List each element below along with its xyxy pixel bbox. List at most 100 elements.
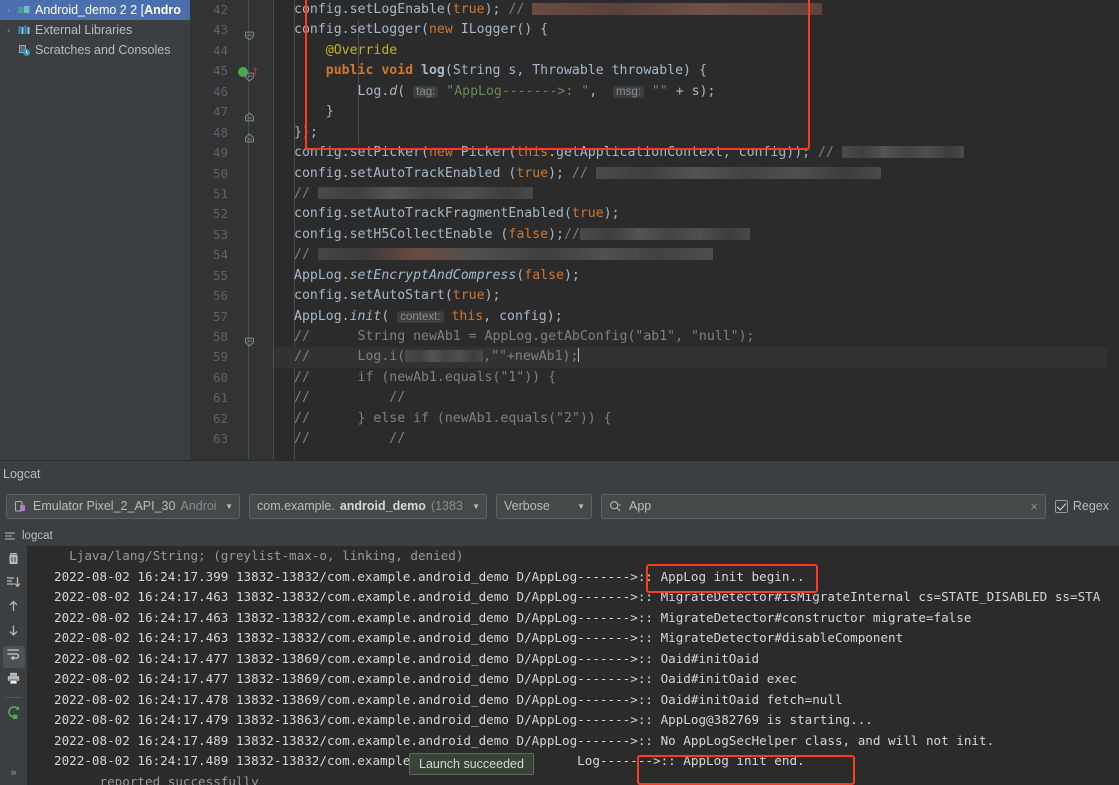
- code-fold-icon[interactable]: [245, 108, 254, 122]
- gutter-line-56[interactable]: 56: [190, 286, 274, 306]
- code-line-59[interactable]: // Log.i(,""+newAb1);: [274, 347, 1119, 368]
- gutter-line-52[interactable]: 52: [190, 204, 274, 224]
- gutter-line-63[interactable]: 63: [190, 429, 274, 449]
- process-prefix: com.example.: [257, 499, 335, 513]
- code-line-61[interactable]: // //: [274, 388, 1119, 408]
- log-line[interactable]: reported successfully: [27, 772, 1119, 785]
- gutter-line-54[interactable]: 54: [190, 245, 274, 265]
- module-icon: [15, 3, 33, 17]
- gutter-line-50[interactable]: 50: [190, 164, 274, 184]
- editor-scrollbar[interactable]: [1107, 0, 1119, 460]
- restart-button[interactable]: [3, 703, 25, 725]
- gutter-line-53[interactable]: 53: [190, 225, 274, 245]
- down-button[interactable]: [3, 622, 25, 644]
- gutter-line-51[interactable]: 51: [190, 184, 274, 204]
- gutter-line-43[interactable]: 43: [190, 20, 274, 41]
- device-selector[interactable]: Emulator Pixel_2_API_30 Androi ▼: [6, 493, 240, 519]
- code-token: setEncryptAndCompress: [349, 267, 517, 283]
- code-line-46[interactable]: Log.d( tag: "AppLog------->: ", msg: "" …: [274, 82, 1119, 102]
- tree-item-1[interactable]: › External Libraries: [0, 20, 190, 40]
- clear-icon[interactable]: ×: [1030, 499, 1038, 514]
- chevron-right-icon[interactable]: ›: [2, 5, 15, 15]
- process-selector[interactable]: com.example. android_demo (1383 ▼: [249, 493, 487, 519]
- code-text-area[interactable]: config.setLogEnable(true); // config.set…: [274, 0, 1119, 460]
- code-fold-icon[interactable]: [245, 333, 254, 347]
- log-line[interactable]: 2022-08-02 16:24:17.489 13832-13832/com.…: [27, 731, 1119, 752]
- code-line-49[interactable]: config.setPicker(new Picker(this.getAppl…: [274, 143, 1119, 163]
- logcat-filter-input[interactable]: App ×: [601, 493, 1046, 519]
- gutter-line-59[interactable]: 59: [190, 347, 274, 367]
- log-line[interactable]: 2022-08-02 16:24:17.489 13832-13832/com.…: [27, 751, 1119, 772]
- log-line[interactable]: 2022-08-02 16:24:17.477 13832-13869/com.…: [27, 649, 1119, 670]
- code-line-44[interactable]: @Override: [274, 41, 1119, 61]
- gutter-line-61[interactable]: 61: [190, 388, 274, 408]
- up-button[interactable]: [3, 598, 25, 620]
- tree-item-0[interactable]: › Android_demo 2 2 [Andro: [0, 0, 190, 20]
- gutter-line-49[interactable]: 49: [190, 143, 274, 163]
- gutter-line-57[interactable]: 57: [190, 307, 274, 327]
- code-line-55[interactable]: AppLog.setEncryptAndCompress(false);: [274, 266, 1119, 286]
- code-token: );: [548, 165, 572, 181]
- code-line-54[interactable]: //: [274, 245, 1119, 265]
- log-line[interactable]: 2022-08-02 16:24:17.478 13832-13869/com.…: [27, 690, 1119, 711]
- gutter-line-46[interactable]: 46: [190, 82, 274, 102]
- project-tree[interactable]: › Android_demo 2 2 [Andro › External Librar…: [0, 0, 190, 460]
- logcat-tab-row[interactable]: logcat: [0, 525, 1119, 546]
- line-number: 44: [212, 42, 228, 58]
- log-line[interactable]: 2022-08-02 16:24:17.463 13832-13832/com.…: [27, 608, 1119, 629]
- code-line-51[interactable]: //: [274, 184, 1119, 204]
- log-line[interactable]: 2022-08-02 16:24:17.477 13832-13869/com.…: [27, 669, 1119, 690]
- gutter-line-48[interactable]: 48: [190, 123, 274, 143]
- logcat-tab-label[interactable]: logcat: [22, 530, 53, 542]
- log-level-selector[interactable]: Verbose ▼: [496, 493, 592, 519]
- gutter-line-58[interactable]: 58: [190, 327, 274, 347]
- gutter-line-42[interactable]: 42: [190, 0, 274, 20]
- gutter-line-45[interactable]: 45 ↑: [190, 61, 274, 82]
- code-editor[interactable]: 42 43 44 45 ↑ 46 47 48 49 50 51 52 53 54 55 56 57 58 59 60 6…: [190, 0, 1119, 460]
- code-token: AppLog.: [294, 267, 350, 283]
- line-number: 55: [212, 267, 228, 283]
- soft-wrap-button[interactable]: [2, 646, 25, 668]
- code-line-45[interactable]: public void log(String s, Throwable thro…: [274, 61, 1119, 81]
- code-line-42[interactable]: config.setLogEnable(true); //: [274, 0, 1119, 20]
- code-line-50[interactable]: config.setAutoTrackEnabled (true); //: [274, 164, 1119, 184]
- code-line-52[interactable]: config.setAutoTrackFragmentEnabled(true)…: [274, 204, 1119, 224]
- chevron-right-icon[interactable]: ›: [2, 25, 15, 35]
- code-token: (: [397, 83, 414, 99]
- gutter-line-60[interactable]: 60: [190, 368, 274, 388]
- tree-item-2[interactable]: Scratches and Consoles: [0, 40, 190, 60]
- code-fold-icon[interactable]: [245, 26, 254, 41]
- logcat-output[interactable]: Ljava/lang/String; (greylist-max-o, link…: [27, 546, 1119, 785]
- print-button[interactable]: [3, 670, 25, 692]
- scroll-to-end-button[interactable]: [3, 574, 25, 596]
- code-line-53[interactable]: config.setH5CollectEnable (false);//: [274, 225, 1119, 245]
- code-line-48[interactable]: });: [274, 123, 1119, 143]
- editor-gutter[interactable]: 42 43 44 45 ↑ 46 47 48 49 50 51 52 53 54 55 56 57 58 59 60 6…: [190, 0, 274, 460]
- log-line[interactable]: Ljava/lang/String; (greylist-max-o, link…: [27, 546, 1119, 567]
- gutter-line-47[interactable]: 47: [190, 102, 274, 122]
- log-line[interactable]: 2022-08-02 16:24:17.463 13832-13832/com.…: [27, 628, 1119, 649]
- code-line-57[interactable]: AppLog.init( context: this, config);: [274, 307, 1119, 327]
- code-line-43[interactable]: config.setLogger(new ILogger() {: [274, 20, 1119, 40]
- code-line-60[interactable]: // if (newAb1.equals("1")) {: [274, 368, 1119, 388]
- code-fold-icon[interactable]: [245, 67, 254, 82]
- code-token: }: [294, 104, 334, 120]
- log-line[interactable]: 2022-08-02 16:24:17.399 13832-13832/com.…: [27, 567, 1119, 588]
- regex-toggle[interactable]: Regex: [1054, 499, 1113, 513]
- log-line[interactable]: 2022-08-02 16:24:17.479 13832-13863/com.…: [27, 710, 1119, 731]
- code-line-56[interactable]: config.setAutoStart(true);: [274, 286, 1119, 306]
- code-line-63[interactable]: // //: [274, 429, 1119, 449]
- code-fold-icon[interactable]: [245, 128, 254, 143]
- clear-logcat-button[interactable]: [3, 550, 25, 572]
- code-line-47[interactable]: }: [274, 102, 1119, 122]
- code-line-58[interactable]: // String newAb1 = AppLog.getAbConfig("a…: [274, 327, 1119, 347]
- code-line-62[interactable]: // } else if (newAb1.equals("2")) {: [274, 409, 1119, 429]
- line-number: 48: [212, 124, 228, 140]
- gutter-line-62[interactable]: 62: [190, 409, 274, 429]
- regex-checkbox[interactable]: [1054, 499, 1068, 513]
- gutter-line-44[interactable]: 44: [190, 41, 274, 61]
- more-actions-button[interactable]: »: [10, 767, 16, 779]
- gutter-line-55[interactable]: 55: [190, 266, 274, 286]
- log-line[interactable]: 2022-08-02 16:24:17.463 13832-13832/com.…: [27, 587, 1119, 608]
- launch-succeeded-tooltip: Launch succeeded: [409, 753, 534, 775]
